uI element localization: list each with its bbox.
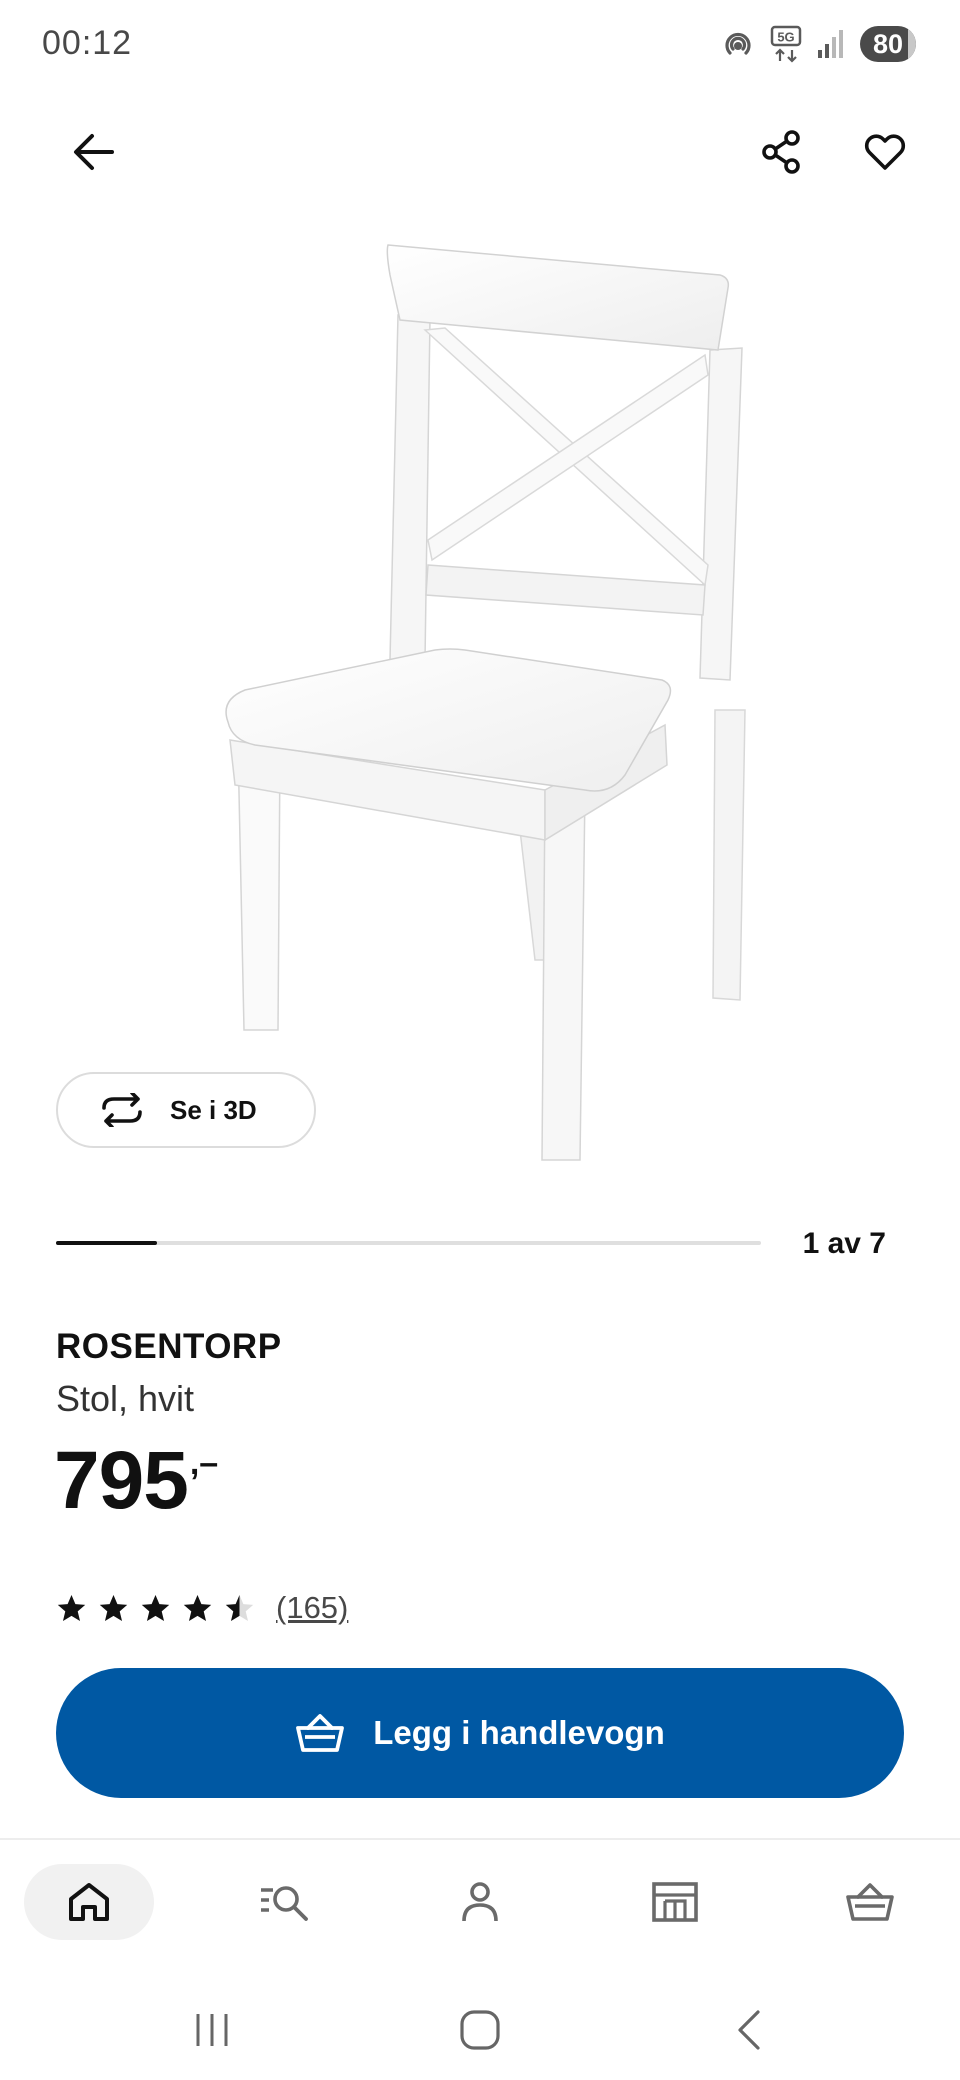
star-icon (99, 1594, 128, 1621)
product-description: Stol, hvit (56, 1378, 195, 1419)
cart-icon (846, 1883, 894, 1921)
bottom-nav (0, 1840, 960, 1970)
view-3d-button[interactable]: Se i 3D (56, 1072, 316, 1148)
share-icon (762, 130, 800, 174)
nav-home[interactable] (24, 1864, 154, 1940)
recents-button[interactable] (182, 2000, 242, 2060)
search-list-icon (261, 1886, 308, 1921)
product-name: ROSENTORP (56, 1327, 282, 1366)
product-image[interactable] (200, 230, 760, 1180)
store-icon (652, 1882, 698, 1922)
share-button[interactable] (750, 120, 814, 184)
status-bar: 00:12 5G 80 (0, 0, 960, 92)
gallery-progress-track (56, 1241, 761, 1245)
system-back-button[interactable] (720, 2000, 780, 2060)
price-integer: 795 (54, 1435, 189, 1526)
signal-icon (818, 30, 843, 58)
rating-stars (56, 1593, 255, 1624)
basket-icon (296, 1714, 345, 1752)
gallery-counter: 1 av 7 (802, 1227, 886, 1260)
product-price: 795 ,– (54, 1440, 218, 1522)
review-count-link[interactable]: (165) (276, 1590, 348, 1626)
system-nav-bar (0, 1980, 960, 2080)
battery-indicator: 80 (860, 26, 916, 62)
nav-store[interactable] (630, 1864, 720, 1940)
home-icon (69, 1883, 109, 1921)
arrow-left-icon (74, 134, 114, 170)
system-home-button[interactable] (450, 2000, 510, 2060)
favorite-button[interactable] (853, 120, 917, 184)
gallery-progress-fill (56, 1241, 157, 1245)
nav-profile[interactable] (435, 1864, 525, 1940)
status-icons: 5G 80 (720, 24, 916, 64)
view-3d-label: Se i 3D (170, 1094, 257, 1125)
nav-search[interactable] (240, 1864, 330, 1940)
svg-text:5G: 5G (777, 30, 794, 45)
add-to-cart-button[interactable]: Legg i handlevogn (56, 1668, 904, 1798)
home-circle-icon (460, 2010, 500, 2050)
recents-icon (196, 2014, 228, 2046)
heart-icon (864, 134, 906, 170)
star-icon (225, 1594, 254, 1621)
price-decimal: ,– (189, 1444, 219, 1482)
battery-level: 80 (872, 28, 904, 59)
rotate-3d-icon (102, 1093, 142, 1127)
star-icon (57, 1594, 86, 1621)
status-time: 00:12 (42, 24, 133, 62)
user-icon (462, 1882, 498, 1922)
back-button[interactable] (62, 120, 126, 184)
add-to-cart-label: Legg i handlevogn (373, 1714, 665, 1751)
network-5g-icon: 5G (770, 25, 802, 63)
chevron-left-icon (738, 2010, 760, 2050)
nav-cart[interactable] (825, 1864, 915, 1940)
star-icon (183, 1594, 212, 1621)
product-rating[interactable]: (165) (56, 1590, 348, 1626)
hotspot-icon (725, 32, 751, 55)
star-icon (141, 1594, 170, 1621)
